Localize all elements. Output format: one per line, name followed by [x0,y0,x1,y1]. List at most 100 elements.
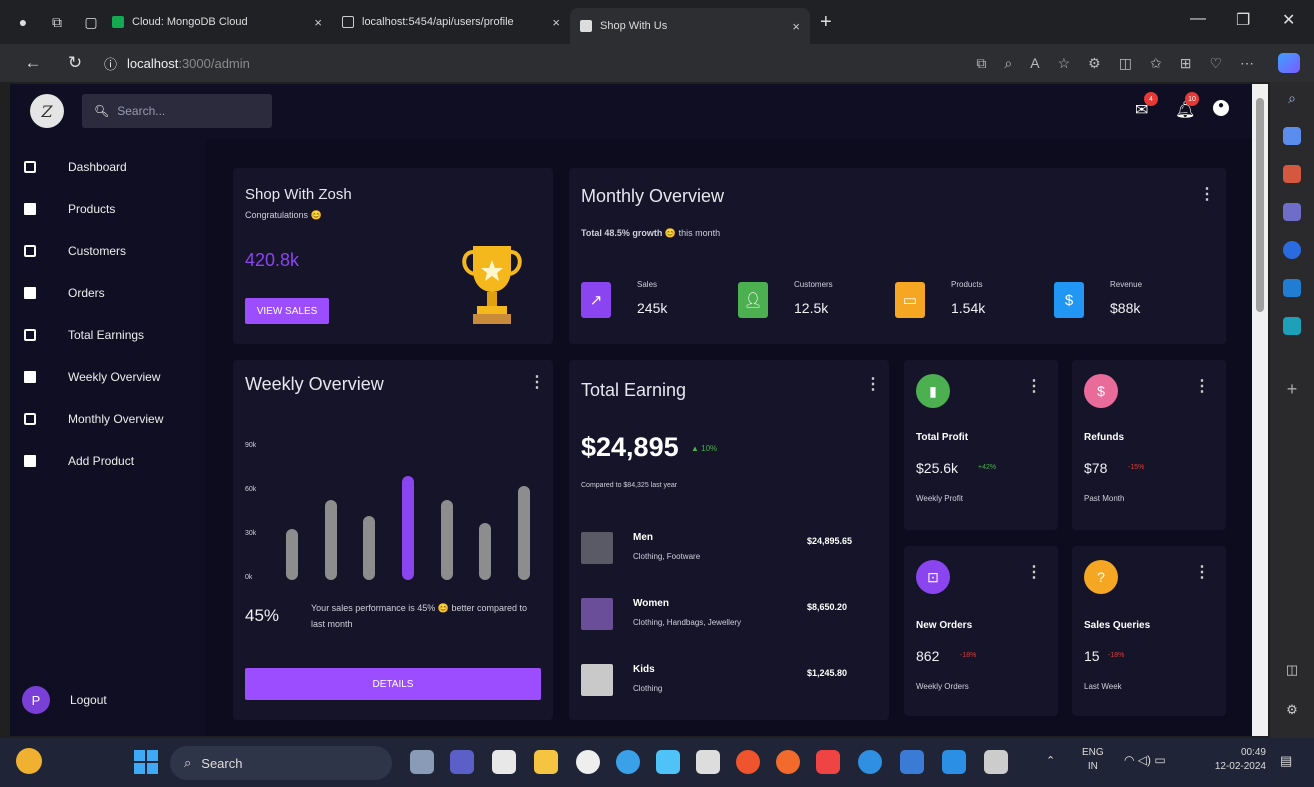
remote-desktop-icon[interactable] [900,750,924,774]
sidebar-item-total-earnings[interactable]: Total Earnings [24,324,144,346]
workspaces-icon[interactable]: ⧉ [46,11,68,33]
teams-icon[interactable] [450,750,474,774]
search-box[interactable]: 🔍︎ [82,94,272,128]
sales-queries-card: ? ⋮ Sales Queries 15 -18% Last Week [1072,546,1226,716]
notifications-icon[interactable]: 🔔︎ 10 [1175,92,1199,120]
postman-icon[interactable] [736,750,760,774]
new-orders-card: ⊡ ⋮ New Orders 862 -18% Weekly Orders [904,546,1058,716]
widgets-icon[interactable] [16,748,42,774]
logo[interactable]: Z [30,94,64,128]
shopping-icon[interactable] [1283,165,1301,183]
chrome-icon[interactable] [616,750,640,774]
details-button[interactable]: DETAILS [245,668,541,700]
vscode-icon[interactable] [942,750,966,774]
back-icon[interactable]: ← [18,53,48,73]
notepad-icon[interactable] [696,750,720,774]
minimize-icon[interactable]: — [1190,10,1206,28]
sidebar-item-products[interactable]: Products [24,198,115,220]
sidebar-toggle-icon[interactable]: ◫ [1286,662,1298,678]
mail-icon[interactable]: ✉ 4 [1135,92,1158,120]
brave-icon[interactable] [776,750,800,774]
restore-icon[interactable]: ❐ [1236,10,1250,30]
refresh-icon[interactable]: ↻ [60,53,90,73]
language-indicator[interactable]: ENG IN [1082,746,1104,774]
tools-icon[interactable] [1283,203,1301,221]
send-icon[interactable] [1283,317,1301,335]
search-input[interactable] [117,104,258,118]
products-value: 1.54k [951,300,986,316]
close-tab-icon[interactable]: × [314,15,322,30]
snipping-tool-icon[interactable] [984,750,1008,774]
tab-shop-with-us[interactable]: Shop With Us × [570,8,810,44]
scrollbar-thumb[interactable] [1256,98,1264,312]
search-icon[interactable]: ⌕ [1288,90,1296,107]
split-screen-icon[interactable]: ◫ [1119,55,1132,72]
sidebar-item-orders[interactable]: Orders [24,282,105,304]
sidebar-item-monthly-overview[interactable]: Monthly Overview [24,408,163,430]
clock[interactable]: 00:49 12-02-2024 [1196,746,1266,774]
read-aloud-icon[interactable]: A [1030,55,1039,71]
page-scrollbar[interactable] [1252,84,1268,736]
more-vert-icon[interactable]: ⋮ [1026,376,1042,396]
sidebar-item-weekly-overview[interactable]: Weekly Overview [24,366,160,388]
close-tab-icon[interactable]: × [792,19,800,34]
edge-icon[interactable] [858,750,882,774]
notification-center-icon[interactable]: ▤ [1280,753,1292,769]
tab-profile-api[interactable]: localhost:5454/api/users/profile × [332,6,570,38]
chevron-up-icon[interactable]: ⌃ [1046,754,1055,767]
total-earning-card: Total Earning ⋮ $24,895 ▲ 10% Compared t… [569,360,889,720]
info-icon: ⓘ [104,56,118,72]
sidebar-item-add-product[interactable]: Add Product [24,450,134,472]
briefcase-icon: ⊡ [916,560,950,594]
view-sales-button[interactable]: VIEW SALES [245,298,329,324]
python-icon[interactable] [656,750,680,774]
arrow-up-icon: ▲ [691,444,699,453]
more-vert-icon[interactable]: ⋮ [1199,184,1215,204]
file-explorer-icon[interactable] [534,750,558,774]
tag-icon[interactable] [1283,127,1301,145]
list-item: Kids Clothing $1,245.80 [569,660,889,704]
favorites-icon[interactable]: ✩ [1150,55,1162,72]
start-icon[interactable] [134,750,158,774]
copilot-icon[interactable] [1278,53,1300,73]
task-view-icon[interactable] [410,750,434,774]
shield-icon[interactable] [816,750,840,774]
collections-icon[interactable]: ⊞ [1180,55,1192,72]
revenue-value: $88k [1110,300,1141,316]
app-available-icon[interactable]: ⧉ [976,55,986,72]
more-vert-icon[interactable]: ⋮ [865,374,881,394]
sidebar-item-dashboard[interactable]: Dashboard [24,156,127,178]
account-icon[interactable]: ● [1213,100,1229,116]
more-vert-icon[interactable]: ⋮ [1194,562,1210,582]
add-icon[interactable]: + [1287,379,1298,400]
outlook-icon[interactable] [1283,279,1301,297]
network-volume-battery-icon[interactable]: ◠ ◁) ▭ [1124,753,1166,767]
close-tab-icon[interactable]: × [552,15,560,30]
new-tab-icon[interactable]: + [820,11,832,34]
logout-button[interactable]: P Logout [22,686,107,714]
address-bar: ← ↻ ⓘ localhost:3000/admin ⧉ ⌕ A ☆ ⚙ ◫ ✩… [0,44,1314,82]
chart-bar [517,486,530,580]
sidebar-item-customers[interactable]: Customers [24,240,126,262]
profile-icon[interactable]: ● [12,11,34,33]
more-vert-icon[interactable]: ⋮ [529,372,545,392]
browser-essentials-icon[interactable]: ♡ [1209,55,1222,72]
url-field[interactable]: ⓘ localhost:3000/admin [104,54,250,73]
more-menu-icon[interactable]: ⋯ [1240,55,1254,72]
favorite-star-icon[interactable]: ☆ [1058,55,1071,72]
more-vert-icon[interactable]: ⋮ [1026,562,1042,582]
more-vert-icon[interactable]: ⋮ [1194,376,1210,396]
zoom-icon[interactable]: ⌕ [1004,55,1012,72]
store-icon[interactable] [492,750,516,774]
extensions-icon[interactable]: ⚙ [1088,55,1101,72]
taskbar-search[interactable]: ⌕ Search [170,746,392,780]
weekly-bar-chart: 90k 60k 30k 0k [245,442,545,581]
search-icon: ⌕ [184,755,192,770]
github-icon[interactable] [576,750,600,774]
close-window-icon[interactable]: ✕ [1282,10,1295,30]
office-icon[interactable] [1283,241,1301,259]
tab-mongodb[interactable]: Cloud: MongoDB Cloud × [102,6,332,38]
tab-actions-icon[interactable]: ▢ [80,11,102,33]
weekly-text: Your sales performance is 45% 😊 better c… [311,603,527,629]
settings-icon[interactable]: ⚙ [1286,702,1298,718]
